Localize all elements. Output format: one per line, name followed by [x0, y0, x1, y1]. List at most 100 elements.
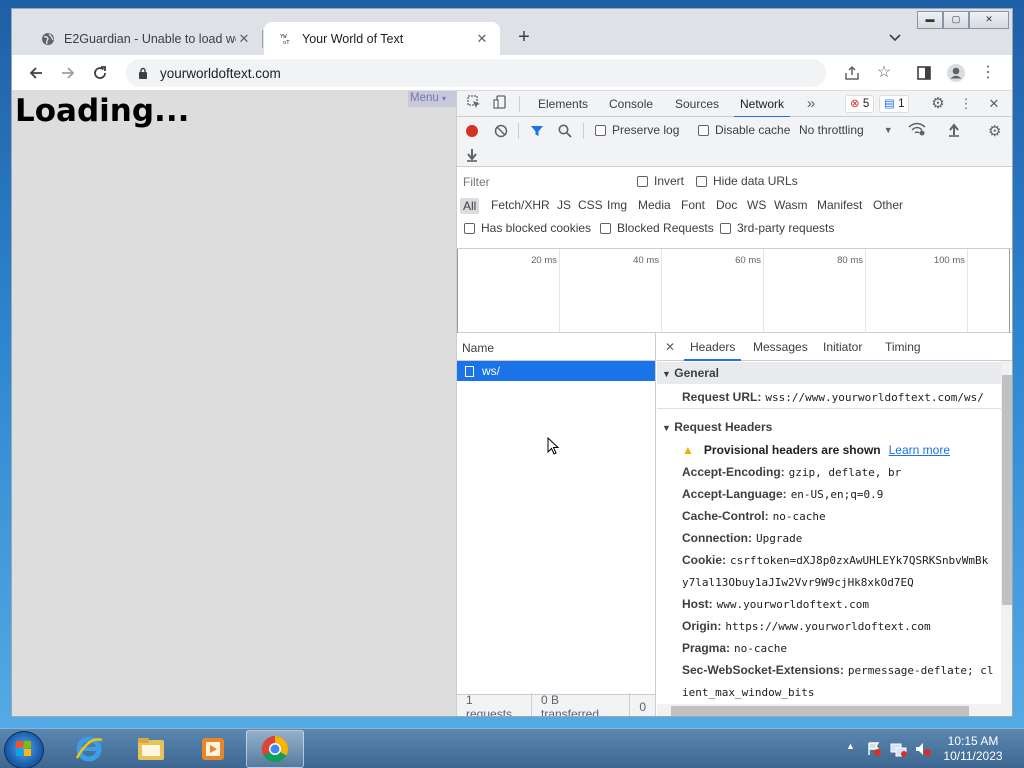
general-title: General: [674, 366, 719, 380]
filter-bar: Invert Hide data URLs All Fetch/XHR JS C…: [457, 167, 1012, 249]
back-arrow-icon[interactable]: [24, 61, 48, 85]
throttling-select[interactable]: No throttling ▼: [799, 123, 893, 137]
tab-search-chevron-down-icon[interactable]: [884, 27, 906, 49]
headers-content: ▼ General Request URL: wss://www.yourworl…: [657, 361, 1001, 704]
type-filter-fetch-xhr[interactable]: Fetch/XHR: [491, 198, 550, 212]
new-tab-button[interactable]: +: [512, 26, 536, 50]
name-column-header[interactable]: Name: [457, 333, 655, 361]
media-player-icon[interactable]: [184, 730, 242, 768]
more-panels-icon[interactable]: »: [802, 95, 820, 113]
header-value: no-cache: [734, 642, 788, 655]
request-row-ws[interactable]: ws/: [457, 361, 655, 381]
share-icon[interactable]: [840, 61, 864, 85]
record-icon[interactable]: [465, 124, 479, 138]
network-conditions-wifi-icon[interactable]: [908, 122, 926, 136]
chrome-icon[interactable]: [246, 730, 304, 768]
type-filter-ws[interactable]: WS: [747, 198, 766, 212]
address-bar[interactable]: yourworldoftext.com: [126, 59, 826, 87]
close-devtools-icon[interactable]: ✕: [985, 95, 1003, 113]
scrollbar-thumb[interactable]: [1002, 375, 1012, 605]
general-section-header[interactable]: ▼ General: [657, 362, 1001, 384]
system-clock[interactable]: 10:15 AM 10/11/2023: [936, 734, 1010, 764]
import-har-upload-icon[interactable]: [948, 123, 960, 137]
request-headers-section-header[interactable]: ▼ Request Headers: [657, 416, 1001, 438]
maximize-button[interactable]: ▢: [943, 11, 969, 29]
forward-arrow-icon[interactable]: [56, 61, 80, 85]
timeline-gridline: [967, 249, 968, 333]
type-filter-doc[interactable]: Doc: [716, 198, 737, 212]
volume-muted-icon[interactable]: [914, 741, 932, 760]
network-icon[interactable]: [890, 741, 908, 760]
checkbox-box: [600, 222, 611, 234]
tab-close-icon[interactable]: ✕: [236, 31, 252, 47]
tab-console[interactable]: Console: [609, 97, 653, 111]
search-icon[interactable]: [558, 124, 572, 138]
tab-close-icon[interactable]: ✕: [474, 31, 490, 47]
transferred-size: 0 B transferred: [532, 692, 631, 716]
has-blocked-cookies-checkbox[interactable]: Has blocked cookies: [464, 221, 591, 235]
type-filter-other[interactable]: Other: [873, 198, 903, 212]
side-panel-icon[interactable]: [912, 61, 936, 85]
type-filter-img[interactable]: Img: [607, 198, 627, 212]
scrollbar-thumb[interactable]: [671, 706, 969, 716]
toolbar-divider: [518, 123, 519, 139]
close-window-button[interactable]: ✕: [969, 11, 1009, 29]
timeline-tick-label: 40 ms: [633, 255, 659, 266]
expand-triangle-icon: ▼: [662, 369, 671, 379]
bookmark-star-icon[interactable]: ☆: [872, 61, 896, 85]
reload-icon[interactable]: [88, 61, 112, 85]
menu-button[interactable]: Menu ▾: [408, 91, 456, 107]
minimize-button[interactable]: ▬: [917, 11, 943, 29]
tab-e2guardian[interactable]: E2Guardian - Unable to load web ✕: [26, 22, 262, 55]
blocked-requests-checkbox[interactable]: Blocked Requests: [600, 221, 714, 235]
action-center-flag-icon[interactable]: [866, 741, 882, 760]
export-har-download-icon[interactable]: [466, 148, 478, 162]
disable-cache-checkbox[interactable]: Disable cache: [698, 123, 790, 137]
request-url-line: Request URL: wss://www.yourworldoftext.co…: [682, 390, 984, 404]
invert-checkbox[interactable]: Invert: [637, 174, 684, 188]
network-settings-gear-icon[interactable]: ⚙: [988, 122, 1001, 140]
tab-sources[interactable]: Sources: [675, 97, 719, 111]
devtools-kebab-menu-icon[interactable]: ⋮: [957, 95, 975, 113]
show-hidden-icons-icon[interactable]: ▲: [846, 741, 855, 751]
preserve-log-checkbox[interactable]: Preserve log: [595, 123, 679, 137]
type-filter-wasm[interactable]: Wasm: [774, 198, 808, 212]
tab-headers[interactable]: Headers: [683, 340, 742, 361]
hide-data-urls-checkbox[interactable]: Hide data URLs: [696, 174, 798, 188]
type-filter-js[interactable]: JS: [557, 198, 571, 212]
url-text: yourworldoftext.com: [160, 65, 281, 81]
type-filter-media[interactable]: Media: [638, 198, 671, 212]
internet-explorer-icon[interactable]: [60, 730, 118, 768]
lock-icon: [138, 67, 152, 79]
type-filter-font[interactable]: Font: [681, 198, 705, 212]
error-icon: ⊗: [850, 98, 860, 110]
settings-gear-icon[interactable]: ⚙: [929, 95, 947, 113]
filter-input[interactable]: [461, 172, 623, 192]
third-party-requests-checkbox[interactable]: 3rd-party requests: [720, 221, 834, 235]
tab-initiator[interactable]: Initiator: [823, 340, 862, 354]
error-count-badge[interactable]: ⊗ 5: [845, 95, 875, 113]
tab-your-world-of-text[interactable]: YW oT Your World of Text ✕: [264, 22, 500, 55]
tab-network[interactable]: Network: [733, 97, 791, 118]
device-toolbar-icon[interactable]: [491, 95, 509, 113]
header-line: Cache-Control: no-cache: [682, 509, 826, 523]
tab-timing[interactable]: Timing: [885, 340, 921, 354]
clear-icon[interactable]: [494, 124, 508, 138]
filter-funnel-icon[interactable]: [530, 124, 544, 138]
profile-avatar-icon[interactable]: [944, 61, 968, 85]
close-details-icon[interactable]: ✕: [665, 340, 675, 354]
learn-more-link[interactable]: Learn more: [889, 443, 950, 457]
header-value: y7lal13Obuy1aJIw2Vvr9W9cjHk8xkOd7EQ: [682, 576, 914, 589]
type-filter-manifest[interactable]: Manifest: [817, 198, 862, 212]
type-filter-all[interactable]: All: [460, 198, 480, 214]
kebab-menu-icon[interactable]: ⋮: [976, 61, 1000, 85]
start-button-windows-icon[interactable]: [4, 731, 44, 768]
tab-elements[interactable]: Elements: [538, 97, 588, 111]
type-filter-css[interactable]: CSS: [578, 198, 603, 212]
vertical-scrollbar[interactable]: [1001, 361, 1012, 704]
tab-messages[interactable]: Messages: [753, 340, 808, 354]
inspect-element-icon[interactable]: [465, 95, 483, 113]
horizontal-scrollbar[interactable]: [657, 704, 1012, 716]
file-explorer-folder-icon[interactable]: [122, 730, 180, 768]
message-count-badge[interactable]: ▤ 1: [879, 95, 910, 113]
